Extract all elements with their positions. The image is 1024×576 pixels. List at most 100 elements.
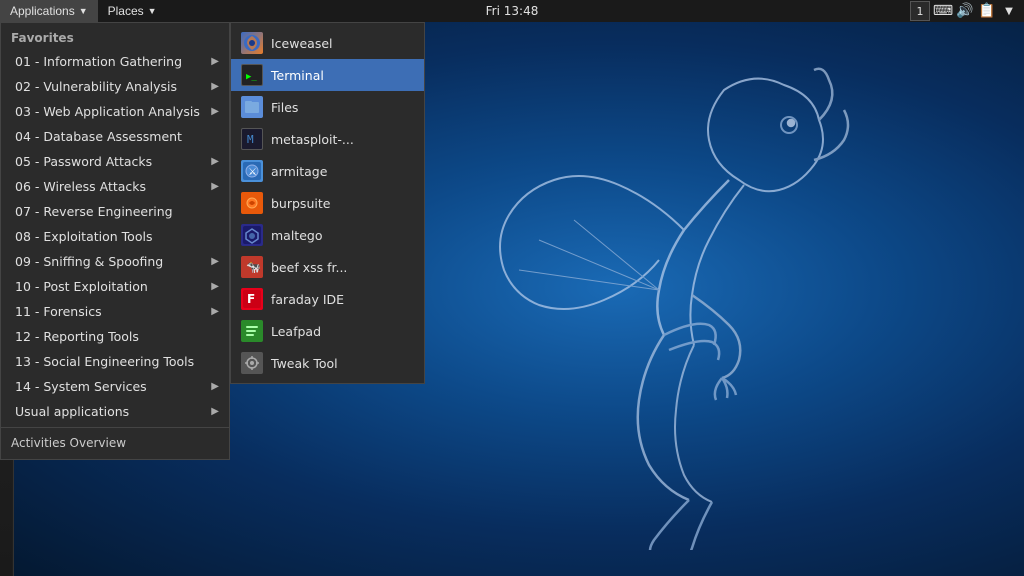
beef-icon: 🐄 [241, 256, 263, 278]
submenu-item-beef[interactable]: 🐄 beef xss fr... [231, 251, 424, 283]
menu-divider [1, 427, 229, 428]
audio-icon[interactable]: 🔊 [956, 2, 974, 20]
menu-item-reverse[interactable]: 07 - Reverse Engineering [1, 199, 229, 224]
submenu-item-leafpad[interactable]: Leafpad [231, 315, 424, 347]
svg-text:⚔: ⚔ [248, 167, 257, 178]
favorites-section-label: Favorites [1, 27, 229, 49]
vuln-analysis-label: 02 - Vulnerability Analysis [15, 79, 177, 94]
menu-item-web-app[interactable]: 03 - Web Application Analysis ▶ [1, 99, 229, 124]
terminal-label: Terminal [271, 68, 324, 83]
desktop: Applications ▼ Places ▼ Fri 13:48 1 ⌨ 🔊 … [0, 0, 1024, 576]
password-label: 05 - Password Attacks [15, 154, 152, 169]
maltego-label: maltego [271, 228, 322, 243]
files-icon [241, 96, 263, 118]
submenu-item-iceweasel[interactable]: Iceweasel [231, 27, 424, 59]
submenu-item-metasploit[interactable]: M metasploit-... [231, 123, 424, 155]
submenu-item-burpsuite[interactable]: burpsuite [231, 187, 424, 219]
tweaktool-icon [241, 352, 263, 374]
workspace-indicator[interactable]: 1 [910, 1, 930, 21]
armitage-label: armitage [271, 164, 327, 179]
leafpad-label: Leafpad [271, 324, 321, 339]
menu-item-database[interactable]: 04 - Database Assessment [1, 124, 229, 149]
iceweasel-icon [241, 32, 263, 54]
menu-item-wireless[interactable]: 06 - Wireless Attacks ▶ [1, 174, 229, 199]
password-arrow: ▶ [211, 156, 219, 167]
menu-item-reporting[interactable]: 12 - Reporting Tools [1, 324, 229, 349]
menu-item-exploitation[interactable]: 08 - Exploitation Tools [1, 224, 229, 249]
clock-time: Fri 13:48 [486, 4, 539, 18]
menu-item-password[interactable]: 05 - Password Attacks ▶ [1, 149, 229, 174]
places-label: Places [108, 4, 144, 18]
activities-overview-button[interactable]: Activities Overview [1, 431, 229, 455]
menu-item-forensics[interactable]: 11 - Forensics ▶ [1, 299, 229, 324]
vuln-analysis-arrow: ▶ [211, 81, 219, 92]
burpsuite-label: burpsuite [271, 196, 330, 211]
database-label: 04 - Database Assessment [15, 129, 182, 144]
sniffing-label: 09 - Sniffing & Spoofing [15, 254, 163, 269]
web-app-label: 03 - Web Application Analysis [15, 104, 200, 119]
menu-item-usual[interactable]: Usual applications ▶ [1, 399, 229, 424]
reporting-label: 12 - Reporting Tools [15, 329, 139, 344]
menu-item-services[interactable]: 14 - System Services ▶ [1, 374, 229, 399]
applications-label: Applications [10, 4, 75, 18]
services-arrow: ▶ [211, 381, 219, 392]
power-arrow-icon[interactable]: ▼ [1000, 2, 1018, 20]
taskbar-tray: 1 ⌨ 🔊 📋 ▼ [910, 1, 1024, 21]
sniffing-arrow: ▶ [211, 256, 219, 267]
maltego-icon [241, 224, 263, 246]
burpsuite-icon [241, 192, 263, 214]
places-menu-button[interactable]: Places ▼ [98, 0, 167, 22]
beef-label: beef xss fr... [271, 260, 347, 275]
submenu-item-armitage[interactable]: ⚔ armitage [231, 155, 424, 187]
applications-menu-button[interactable]: Applications ▼ [0, 0, 98, 22]
exploitation-label: 08 - Exploitation Tools [15, 229, 152, 244]
applications-menu: Favorites 01 - Information Gathering ▶ 0… [0, 22, 230, 460]
places-arrow-icon: ▼ [148, 6, 157, 16]
submenu-item-tweaktool[interactable]: Tweak Tool [231, 347, 424, 379]
faraday-icon: F [241, 288, 263, 310]
armitage-icon: ⚔ [241, 160, 263, 182]
terminal-icon: ▶_ [241, 64, 263, 86]
tweaktool-label: Tweak Tool [271, 356, 338, 371]
wireless-label: 06 - Wireless Attacks [15, 179, 146, 194]
submenu-item-faraday[interactable]: F faraday IDE [231, 283, 424, 315]
social-label: 13 - Social Engineering Tools [15, 354, 194, 369]
files-label: Files [271, 100, 298, 115]
keyboard-icon[interactable]: ⌨ [934, 2, 952, 20]
reverse-label: 07 - Reverse Engineering [15, 204, 173, 219]
taskbar-left: Applications ▼ Places ▼ [0, 0, 167, 22]
usual-arrow: ▶ [211, 406, 219, 417]
metasploit-icon: M [241, 128, 263, 150]
leafpad-icon [241, 320, 263, 342]
submenu-item-terminal[interactable]: ▶_ Terminal [231, 59, 424, 91]
notifications-icon[interactable]: 📋 [978, 2, 996, 20]
favorites-submenu: Iceweasel ▶_ Terminal Files [230, 22, 425, 384]
taskbar: Applications ▼ Places ▼ Fri 13:48 1 ⌨ 🔊 … [0, 0, 1024, 22]
menu-item-vuln-analysis[interactable]: 02 - Vulnerability Analysis ▶ [1, 74, 229, 99]
web-app-arrow: ▶ [211, 106, 219, 117]
forensics-label: 11 - Forensics [15, 304, 102, 319]
forensics-arrow: ▶ [211, 306, 219, 317]
info-gathering-arrow: ▶ [211, 56, 219, 67]
dragon-logo [444, 30, 944, 530]
wireless-arrow: ▶ [211, 181, 219, 192]
menu-item-social[interactable]: 13 - Social Engineering Tools [1, 349, 229, 374]
menu-item-info-gathering[interactable]: 01 - Information Gathering ▶ [1, 49, 229, 74]
info-gathering-label: 01 - Information Gathering [15, 54, 182, 69]
svg-text:▶_: ▶_ [246, 72, 257, 82]
post-exploit-label: 10 - Post Exploitation [15, 279, 148, 294]
post-exploit-arrow: ▶ [211, 281, 219, 292]
applications-arrow-icon: ▼ [79, 6, 88, 16]
iceweasel-label: Iceweasel [271, 36, 333, 51]
submenu-item-files[interactable]: Files [231, 91, 424, 123]
svg-text:🐄: 🐄 [246, 260, 261, 274]
services-label: 14 - System Services [15, 379, 147, 394]
submenu-item-maltego[interactable]: maltego [231, 219, 424, 251]
faraday-label: faraday IDE [271, 292, 344, 307]
menu-item-post-exploit[interactable]: 10 - Post Exploitation ▶ [1, 274, 229, 299]
usual-label: Usual applications [15, 404, 129, 419]
menu-item-sniffing[interactable]: 09 - Sniffing & Spoofing ▶ [1, 249, 229, 274]
metasploit-label: metasploit-... [271, 132, 354, 147]
taskbar-clock: Fri 13:48 [486, 4, 539, 18]
svg-text:M: M [247, 133, 254, 146]
